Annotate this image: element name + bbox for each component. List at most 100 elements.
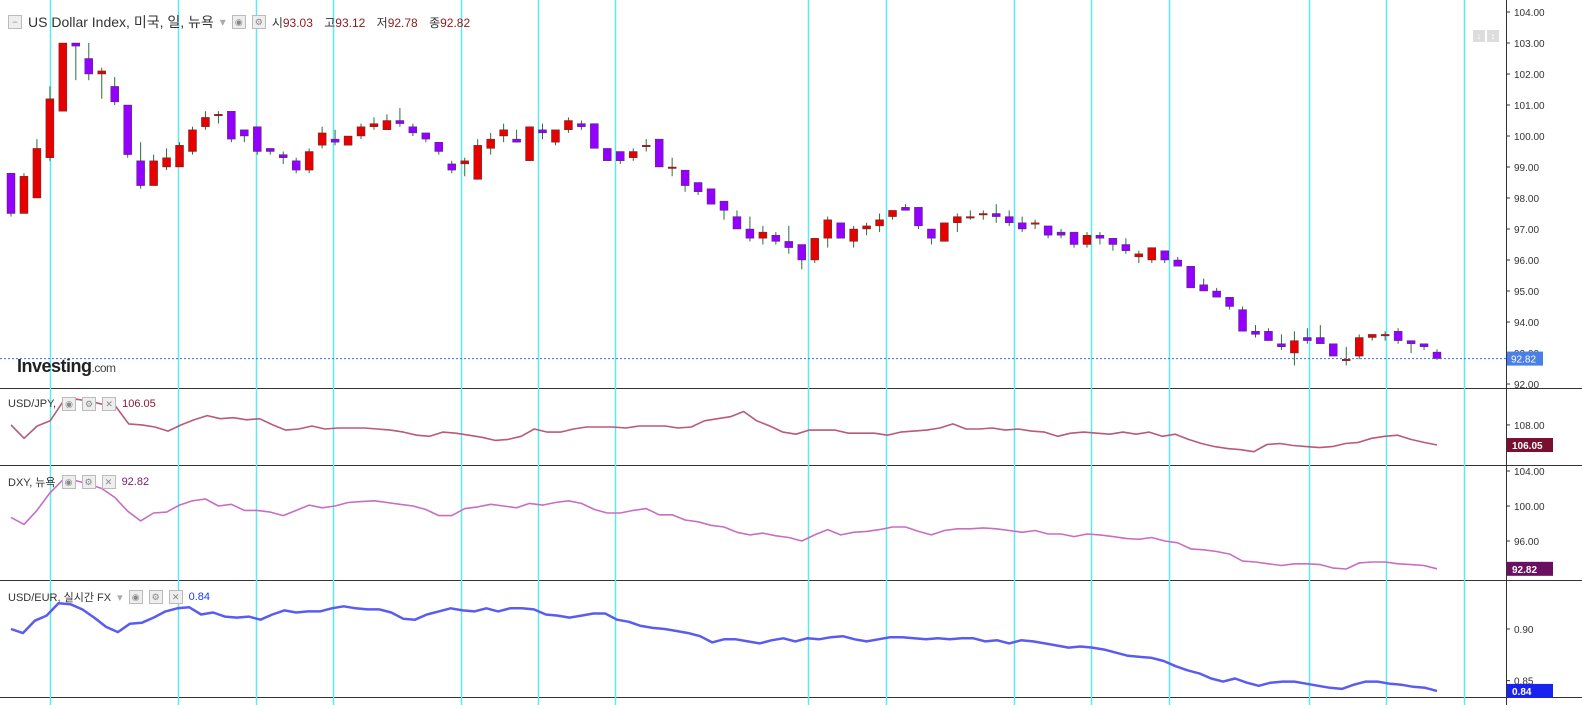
dxy-close-icon[interactable]: ✕	[101, 475, 116, 489]
usdeur-title: USD/EUR, 실시간 FX	[8, 592, 112, 604]
candle-body	[810, 238, 819, 261]
usdjpy-title: USD/JPY,	[8, 398, 57, 410]
main-tick-label: 97.00	[1514, 225, 1539, 236]
scale-down-icon[interactable]: ↓	[1473, 30, 1485, 42]
candle-body	[1303, 337, 1312, 341]
candle-body	[1030, 222, 1040, 225]
candle-body	[317, 132, 327, 146]
candle-body	[693, 182, 703, 193]
dxy-settings-icon[interactable]: ⚙	[81, 475, 96, 489]
dxy-value: 92.82	[121, 476, 150, 488]
candle-body	[343, 135, 353, 146]
candle-body	[1056, 231, 1066, 236]
candle-body	[719, 200, 729, 211]
candle-body	[771, 234, 781, 242]
candle-body	[382, 120, 392, 131]
main-tick-label: 104.00	[1514, 8, 1545, 19]
ohlc-readout: 시93.03 고93.12 저92.78 종92.82	[272, 14, 478, 31]
candle-body	[291, 160, 301, 171]
chart-stage: 104.00 103.00 102.00 101.00 100.00 99.00 98.00…	[0, 0, 1582, 705]
usdjpy-close-icon[interactable]: ✕	[102, 397, 117, 411]
candle-body	[1134, 253, 1144, 258]
candle-body	[97, 70, 106, 75]
main-tick-label: 95.00	[1514, 287, 1539, 298]
usdeur-close-icon[interactable]: ✕	[168, 590, 183, 604]
candle-body	[1225, 297, 1234, 307]
candle-body	[1251, 331, 1260, 335]
main-tick-label: 102.00	[1514, 70, 1545, 81]
candle-body	[590, 123, 599, 149]
panel-last-label: 92.82	[1512, 565, 1537, 576]
candle-body	[603, 148, 612, 161]
usdjpy-header: USD/JPY, ◉ ⚙ ✕ 106.05	[8, 397, 156, 411]
panel-tick-label: 104.00	[1514, 467, 1545, 478]
candle-body	[641, 145, 651, 148]
usdjpy-eye-icon[interactable]: ◉	[62, 397, 77, 411]
candle-body	[1316, 337, 1325, 344]
candle-body	[538, 129, 547, 134]
high-key: 고	[324, 15, 336, 30]
candle-body	[201, 117, 210, 127]
main-tick-label: 94.00	[1514, 318, 1539, 329]
usdeur-eye-icon[interactable]: ◉	[128, 590, 143, 604]
dxy-header: DXY, 뉴욕 ◉ ⚙ ✕ 92.82	[8, 474, 149, 490]
panel-last-label: 106.05	[1512, 441, 1543, 452]
candle-body	[175, 145, 184, 168]
high-value: 93.12	[335, 15, 366, 30]
candle-body	[6, 172, 16, 214]
settings-icon[interactable]: ⚙	[251, 15, 266, 29]
candle-body	[253, 126, 262, 152]
main-tick-label: 98.00	[1514, 194, 1539, 205]
panel-tick-label: 108.00	[1514, 421, 1545, 432]
candle-body	[1043, 225, 1053, 236]
panel-tick-label: 100.00	[1514, 502, 1545, 513]
scale-updown-icon[interactable]: ↕	[1487, 30, 1499, 42]
panel-tick-label: 0.90	[1514, 625, 1534, 636]
candle-body	[162, 157, 171, 168]
candle-body	[512, 138, 521, 143]
candle-body	[304, 151, 314, 171]
candle-body	[1069, 231, 1079, 245]
candle-body	[1017, 222, 1027, 230]
candle-body	[1380, 334, 1390, 337]
candle-body	[473, 145, 482, 180]
candle-body	[486, 138, 495, 149]
usdjpy-value: 106.05	[122, 398, 156, 410]
candle-body	[577, 123, 586, 127]
candle-body	[1290, 340, 1299, 354]
candle-body	[1121, 244, 1131, 251]
candle-body	[1342, 359, 1351, 361]
candle-body	[875, 219, 884, 227]
candle-body	[629, 151, 638, 158]
main-tick-label: 103.00	[1514, 39, 1545, 50]
candle-body	[616, 151, 625, 162]
candle-body	[836, 222, 845, 239]
candle-body	[862, 225, 871, 230]
candle-body	[408, 126, 418, 134]
candle-body	[979, 213, 988, 216]
usdeur-dropdown-icon[interactable]: ▾	[117, 591, 123, 604]
usdeur-settings-icon[interactable]: ⚙	[148, 590, 163, 604]
candle-body	[19, 176, 29, 214]
candle-body	[1354, 337, 1364, 357]
candle-body	[901, 207, 910, 211]
candle-body	[240, 129, 249, 137]
candle-body	[45, 98, 55, 158]
close-key: 종	[429, 15, 441, 30]
logo-main: Investing	[17, 356, 92, 376]
dropdown-icon[interactable]: ▾	[220, 15, 226, 29]
candle-body	[849, 228, 858, 242]
collapse-icon[interactable]: −	[8, 15, 22, 29]
candle-body	[447, 163, 456, 171]
eye-icon[interactable]: ◉	[231, 15, 246, 29]
main-header: − US Dollar Index, 미국, 일, 뉴욕 ▾ ◉ ⚙ 시93.0…	[8, 12, 478, 32]
low-key: 저	[376, 15, 388, 30]
candle-body	[667, 166, 677, 169]
usdjpy-settings-icon[interactable]: ⚙	[82, 397, 97, 411]
dxy-title: DXY, 뉴욕	[8, 477, 56, 489]
candle-body	[1264, 331, 1273, 341]
dxy-eye-icon[interactable]: ◉	[61, 475, 76, 489]
candle-body	[1432, 351, 1442, 359]
candle-body	[758, 231, 768, 239]
candle-body	[279, 154, 288, 158]
